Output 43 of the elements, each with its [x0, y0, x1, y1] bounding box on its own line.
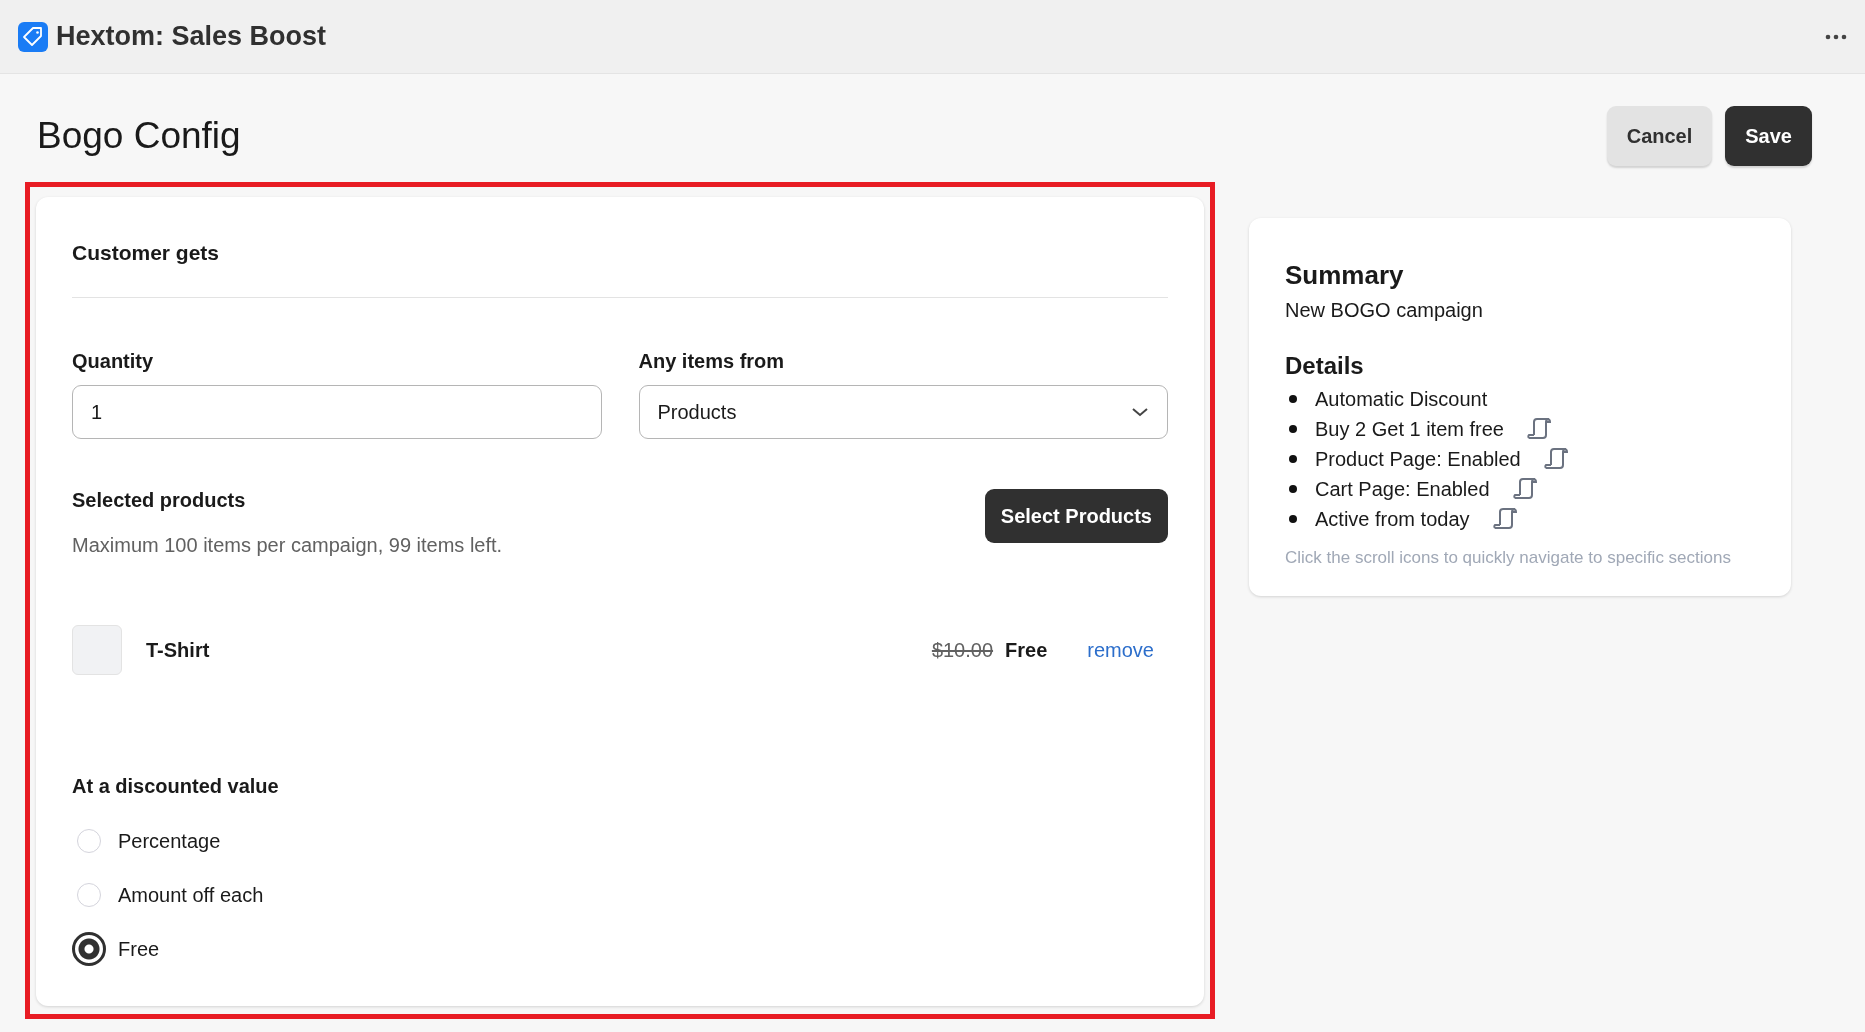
chevron-down-icon — [1131, 407, 1149, 417]
select-products-button[interactable]: Select Products — [984, 489, 1168, 543]
radio-button[interactable] — [72, 932, 106, 966]
campaign-name: New BOGO campaign — [1285, 299, 1484, 322]
summary-title: Summary — [1285, 260, 1405, 291]
section-label: At a discounted value — [72, 775, 280, 798]
help-note: Click the scroll icons to quickly navigate to specific sections — [1285, 548, 1732, 568]
detail-item: Product Page: Enabled — [1315, 447, 1521, 471]
limit-hint: Maximum 100 items per campaign, 99 items left. — [72, 534, 503, 557]
scroll-icon[interactable] — [1526, 416, 1552, 442]
more-icon[interactable] — [1825, 33, 1847, 40]
product-name: T-Shirt — [146, 638, 211, 662]
save-button[interactable]: Save — [1725, 106, 1812, 166]
app-title: Hextom: Sales Boost — [56, 21, 328, 52]
scroll-icon[interactable] — [1542, 446, 1569, 472]
tag-icon — [18, 21, 48, 52]
bullet-icon — [1289, 515, 1297, 523]
remove-link[interactable]: remove — [1087, 638, 1154, 662]
cancel-button[interactable]: Cancel — [1606, 106, 1713, 166]
bullet-icon — [1289, 485, 1297, 493]
radio-label: Percentage — [118, 829, 221, 853]
card-title: Customer gets — [72, 241, 1168, 298]
radio-label: Amount off each — [118, 883, 264, 907]
field-label: Quantity — [72, 350, 155, 373]
product-thumbnail — [72, 625, 122, 675]
quantity-field[interactable]: 1 — [72, 385, 602, 439]
scroll-icon[interactable] — [1491, 506, 1518, 532]
field-label: Any items from — [638, 350, 786, 373]
items-from-select[interactable]: Products — [638, 385, 1168, 439]
radio-label: Free — [118, 937, 160, 961]
bullet-icon — [1289, 455, 1297, 463]
product-price: Free — [1005, 638, 1048, 662]
details-title: Details — [1285, 352, 1365, 380]
detail-item: Buy 2 Get 1 item free — [1315, 417, 1504, 441]
bullet-icon — [1289, 425, 1297, 433]
detail-item: Automatic Discount — [1315, 387, 1488, 411]
detail-item: Cart Page: Enabled — [1315, 477, 1490, 501]
original-price: $10.00 — [931, 638, 994, 662]
section-label: Selected products — [72, 489, 247, 512]
scroll-icon[interactable] — [1511, 476, 1538, 502]
page-title: Bogo Config — [37, 115, 241, 157]
detail-item: Active from today — [1315, 507, 1470, 531]
bullet-icon — [1289, 395, 1297, 403]
